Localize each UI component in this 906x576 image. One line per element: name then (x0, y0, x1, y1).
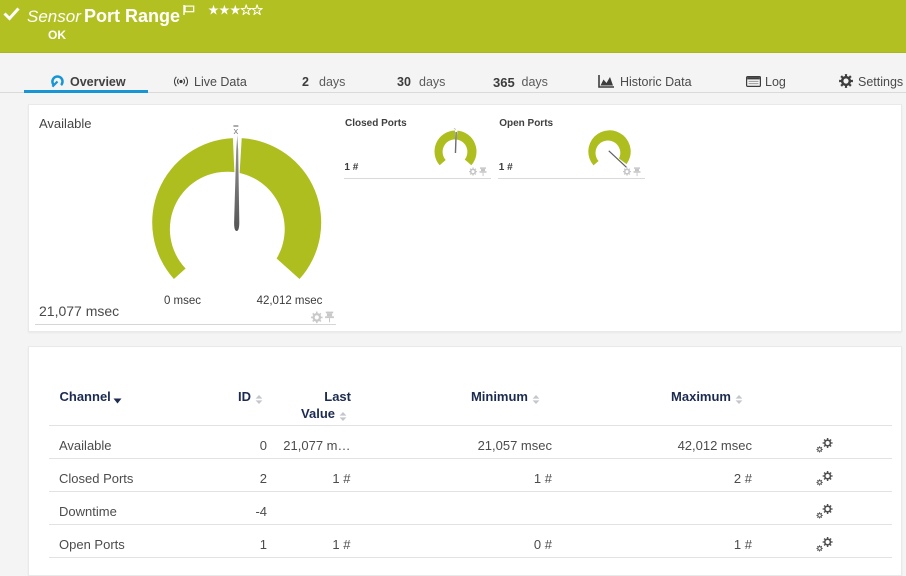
svg-text:x: x (234, 126, 239, 137)
